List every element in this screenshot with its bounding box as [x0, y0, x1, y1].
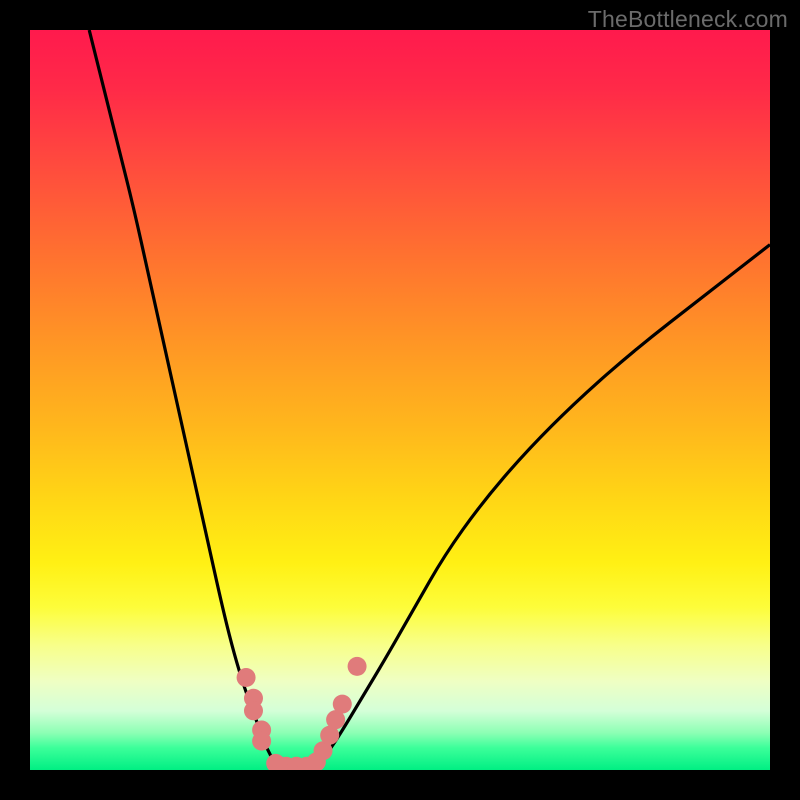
watermark-label: TheBottleneck.com — [588, 6, 788, 33]
marker-dot — [252, 732, 271, 751]
plot-area — [30, 30, 770, 770]
marker-dot — [237, 668, 256, 687]
left-curve — [89, 30, 278, 770]
marker-dot — [348, 657, 367, 676]
chart-frame: TheBottleneck.com — [0, 0, 800, 800]
chart-svg — [30, 30, 770, 770]
right-curve — [315, 245, 770, 770]
highlight-markers — [237, 657, 367, 770]
marker-dot — [333, 695, 352, 714]
marker-dot — [244, 701, 263, 720]
